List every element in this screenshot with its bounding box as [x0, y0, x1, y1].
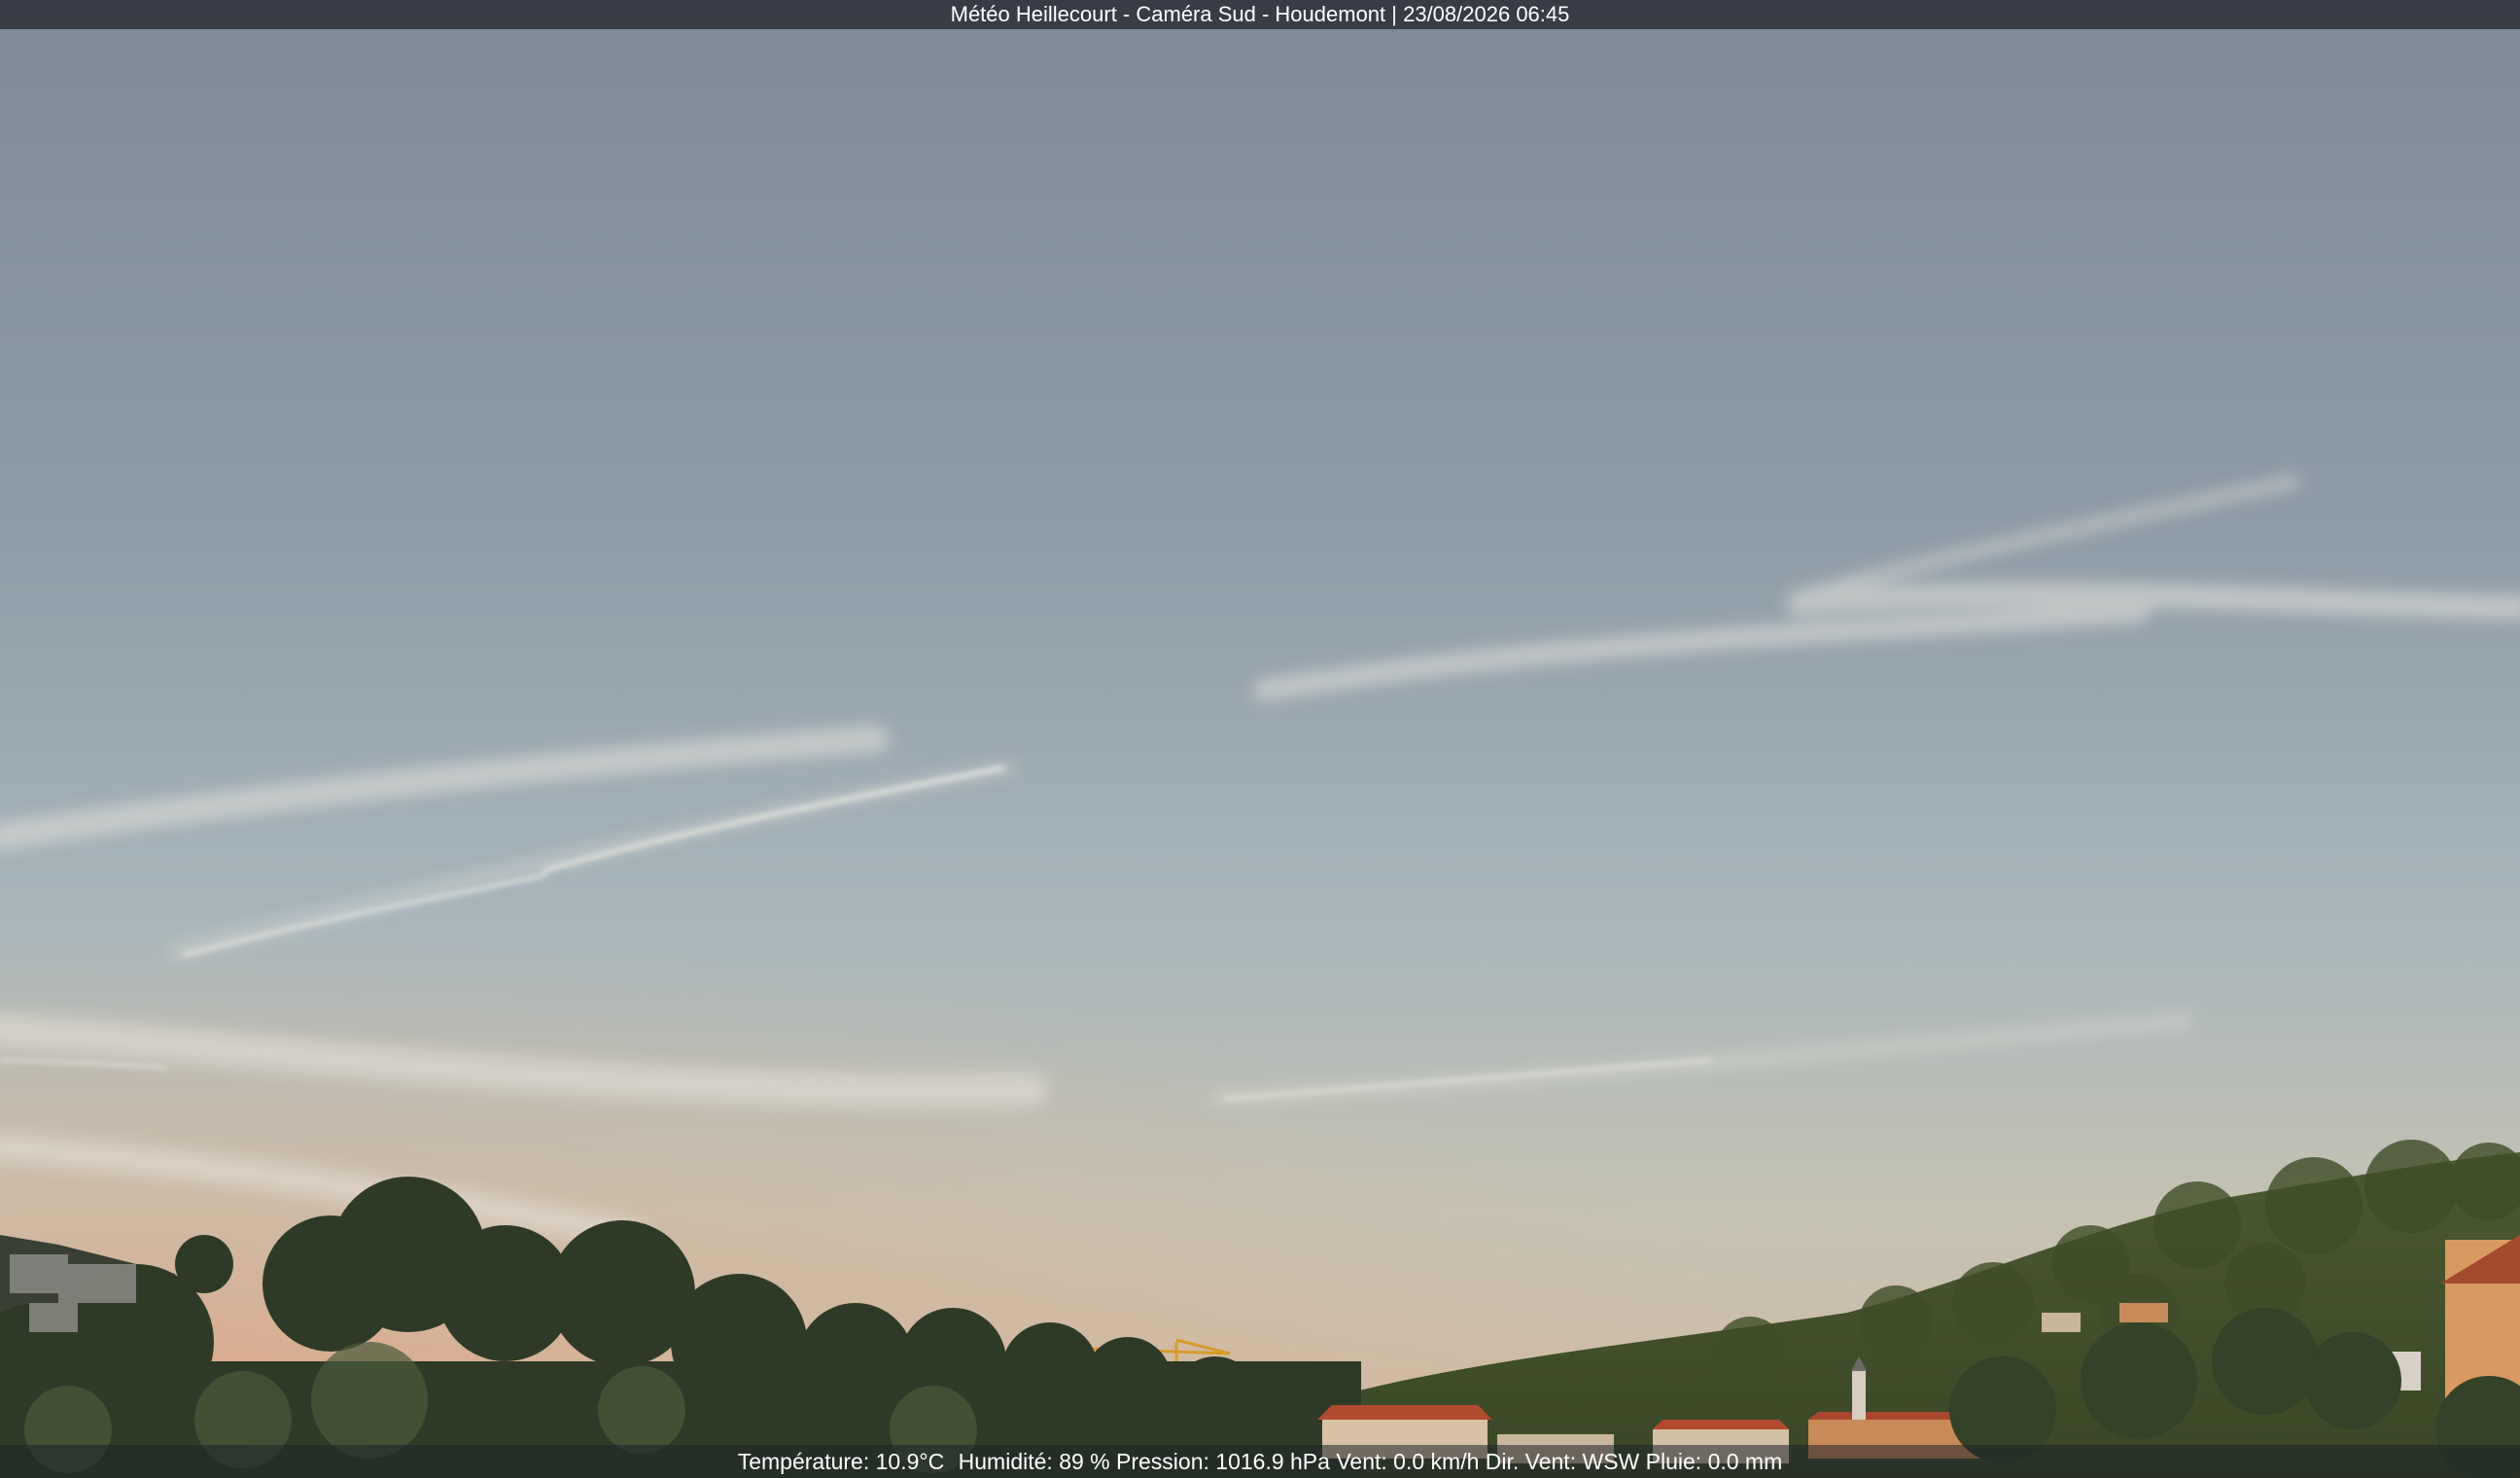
webcam-title: Météo Heillecourt - Caméra Sud - Houdemo…: [950, 2, 1570, 26]
wind-speed-readout: Vent: 0.0 km/h: [1336, 1449, 1480, 1474]
pressure-readout: Pression: 1016.9 hPa: [1116, 1449, 1330, 1474]
wind-direction-readout: Dir. Vent: WSW: [1485, 1449, 1640, 1474]
humidity-readout: Humidité: 89 %: [958, 1449, 1110, 1474]
webcam-scene: [0, 0, 2520, 1478]
rain-readout: Pluie: 0.0 mm: [1645, 1449, 1783, 1474]
temperature-readout: Température: 10.9°C: [737, 1449, 945, 1474]
weather-readout-bar: Température: 10.9°C Humidité: 89 % Press…: [0, 1445, 2520, 1478]
webcam-title-bar: Météo Heillecourt - Caméra Sud - Houdemo…: [0, 0, 2520, 29]
